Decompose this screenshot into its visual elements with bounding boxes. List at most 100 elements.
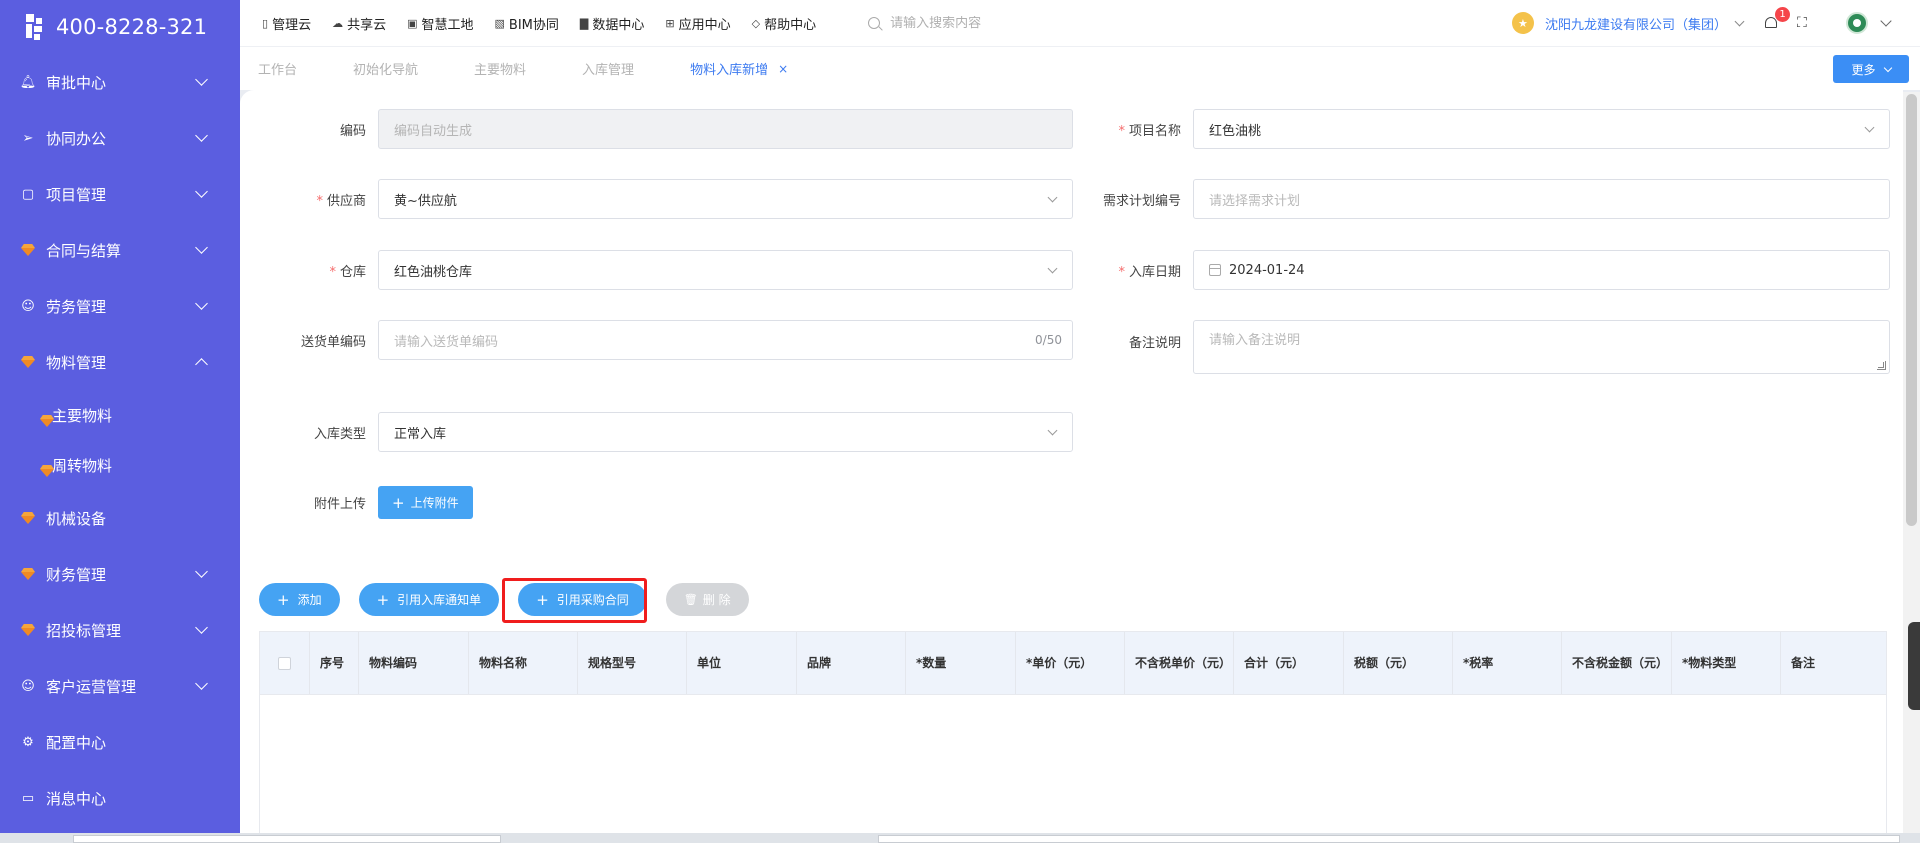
upload-label: 上传附件 (410, 496, 459, 510)
chevron-down-icon (195, 185, 208, 198)
date-picker[interactable]: 2024-01-24 (1193, 250, 1890, 290)
upload-attachment-button[interactable]: + 上传附件 (378, 486, 473, 519)
remark-textarea[interactable]: 请输入备注说明 (1193, 320, 1890, 374)
column-header: 物料名称 (469, 632, 578, 694)
chevron-down-icon[interactable] (1880, 15, 1892, 27)
gem-icon (20, 242, 36, 258)
supplier-label: * 供应商 (316, 193, 366, 209)
topnav-app-center[interactable]: ⊞ 应用中心 (665, 14, 730, 33)
delivery-input[interactable]: 请输入送货单编码 0/50 (378, 320, 1073, 360)
notification-badge: 1 (1774, 6, 1791, 23)
form-row-code: 编码 编码自动生成 (250, 109, 1073, 149)
plan-select[interactable]: 请选择需求计划 (1193, 179, 1890, 219)
company-logo-icon: ★ (1511, 12, 1534, 34)
attach-label: 附件上传 (313, 497, 366, 512)
chevron-down-icon (1047, 192, 1058, 203)
topnav-data-center[interactable]: ▇ 数据中心 (580, 14, 644, 33)
search-input[interactable] (890, 15, 1191, 31)
cite-notice-button[interactable]: + 引用入库通知单 (358, 583, 500, 616)
sidebar-item-label: 客户运营管理 (46, 677, 137, 696)
form-row-attachment: 附件上传 + 上传附件 (250, 486, 473, 519)
form-row-type: 入库类型 正常入库 (250, 412, 1073, 452)
folder-icon: ▧ (494, 16, 505, 30)
delete-button[interactable]: 🗑︎ 删 除 (665, 583, 749, 616)
top-nav: ▯ 管理云 ☁︎ 共享云 ▣ 智慧工地 ▧ BIM协同 ▇ 数据中心 ⊞ 应用中心 ◇ 帮助中… (240, 14, 837, 33)
column-header: 备注 (1791, 656, 1816, 670)
sidebar-item-message[interactable]: ▭ 消息中心 (0, 770, 240, 826)
sidebar-item-config[interactable]: ⚙ 配置中心 (0, 714, 240, 770)
project-value: 红色油桃 (1209, 123, 1262, 139)
form-row-project: * 项目名称 红色油桃 (1065, 109, 1890, 149)
scrollbar-thumb[interactable] (1906, 94, 1917, 526)
gear-icon: ⚙ (22, 734, 34, 750)
project-select[interactable]: 红色油桃 (1193, 109, 1890, 149)
sidebar-item-labor[interactable]: ☺ 劳务管理 (0, 278, 240, 334)
type-select[interactable]: 正常入库 (378, 412, 1073, 452)
warehouse-select[interactable]: 红色油桃仓库 (378, 250, 1073, 290)
cite-contract-button[interactable]: + 引用采购合同 (518, 583, 647, 616)
select-all-checkbox[interactable] (278, 656, 291, 670)
column-header: 合计（元） (1234, 632, 1344, 694)
sidebar-item-material[interactable]: 物料管理 (0, 334, 240, 390)
tab-init-nav[interactable]: 初始化导航 (353, 59, 418, 78)
tab-label: 入库管理 (582, 63, 635, 78)
gem-icon (20, 354, 36, 370)
fullscreen-icon[interactable]: ⛶ (1797, 16, 1811, 30)
sidebar-item-collaboration[interactable]: ➢ 协同办公 (0, 110, 240, 166)
sidebar-item-label: 消息中心 (46, 789, 107, 808)
sidebar-item-finance[interactable]: 财务管理 (0, 546, 240, 602)
tab-main-material[interactable]: 主要物料 (474, 59, 526, 78)
tab-label: 工作台 (258, 63, 298, 78)
sidebar-item-customer[interactable]: ☺ 客户运营管理 (0, 658, 240, 714)
chevron-down-icon (195, 241, 208, 254)
topnav-smart-site[interactable]: ▣ 智慧工地 (407, 14, 473, 33)
scrollbar[interactable] (1903, 92, 1920, 833)
diamond-icon: ◇ (751, 16, 761, 30)
tab-workbench[interactable]: 工作台 (258, 59, 297, 78)
column-header: *单价（元） (1016, 632, 1125, 694)
column-header: *物料类型 (1672, 632, 1781, 694)
char-count: 0/50 (1035, 333, 1062, 347)
trash-icon: 🗑︎ (683, 593, 698, 606)
warehouse-value: 红色油桃仓库 (394, 264, 473, 280)
sidebar-item-label: 招投标管理 (46, 621, 122, 640)
company-selector[interactable]: 沈阳九龙建设有限公司（集团） (1545, 14, 1727, 33)
sidebar-item-project[interactable]: ▢ 项目管理 (0, 166, 240, 222)
sidebar-item-contract[interactable]: 合同与结算 (0, 222, 240, 278)
sidebar-item-label: 审批中心 (46, 73, 107, 92)
resize-handle-icon[interactable] (1877, 361, 1886, 370)
logo[interactable]: 400-8228-321 (0, 0, 240, 54)
sidebar-item-machinery[interactable]: 机械设备 (0, 490, 240, 546)
column-header: *税率 (1453, 632, 1562, 694)
topnav-label: 帮助中心 (764, 17, 817, 33)
topnav-management-cloud[interactable]: ▯ 管理云 (262, 14, 311, 33)
topnav-bim[interactable]: ▧ BIM协同 (495, 14, 559, 33)
topnav-help-center[interactable]: ◇ 帮助中心 (752, 14, 816, 33)
sidebar-item-label: 物料管理 (46, 353, 107, 372)
tab-inbound-management[interactable]: 入库管理 (582, 59, 634, 78)
sidebar-item-approval[interactable]: 🔔︎ 审批中心 (0, 54, 240, 110)
material-table: 序号 物料编码 物料名称 规格型号 单位 品牌 *数量 *单价（元） 不含税单价… (259, 631, 1887, 843)
close-icon[interactable]: × (778, 62, 788, 76)
tab-material-inbound-new[interactable]: 物料入库新增 × (690, 59, 788, 79)
logo-icon (24, 12, 54, 42)
chevron-down-icon[interactable] (1734, 16, 1745, 26)
add-button[interactable]: + 添加 (259, 583, 340, 616)
side-handle[interactable] (1908, 622, 1920, 710)
avatar[interactable] (1846, 12, 1868, 34)
notification-button[interactable]: 1 (1763, 6, 1791, 31)
topnav-shared-cloud[interactable]: ☁︎ 共享云 (332, 14, 386, 33)
chevron-down-icon (1047, 425, 1058, 436)
supplier-select[interactable]: 黄~供应航 (378, 179, 1073, 219)
sidebar-subitem-label: 周转物料 (52, 456, 113, 475)
more-button[interactable]: 更多 (1833, 55, 1909, 83)
tab-label: 初始化导航 (353, 63, 419, 78)
bell-icon: 🔔︎ (19, 74, 37, 90)
top-right: ★ 沈阳九龙建设有限公司（集团） 1 ⛶ (1511, 0, 1920, 46)
cloud-icon: ☁︎ (332, 16, 344, 30)
gem-icon (20, 566, 36, 582)
gem-icon (20, 510, 36, 526)
sidebar-subitem-turnover-material[interactable]: 周转物料 (0, 440, 240, 490)
sidebar-item-bidding[interactable]: 招投标管理 (0, 602, 240, 658)
sidebar-subitem-main-material[interactable]: 主要物料 (0, 390, 240, 440)
